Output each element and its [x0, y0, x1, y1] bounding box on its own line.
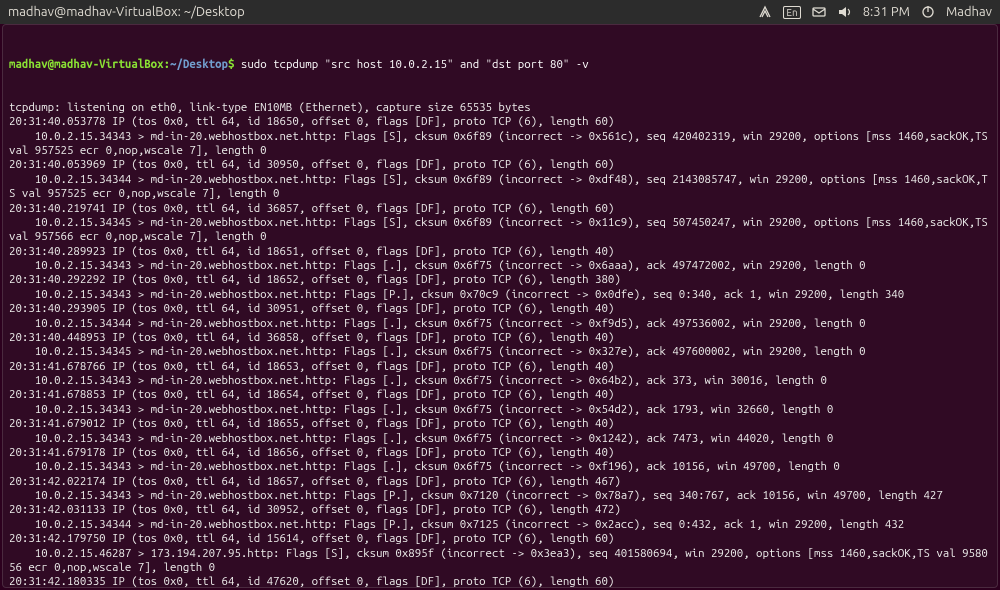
- output-line: 20:31:40.053969 IP (tos 0x0, ttl 64, id …: [9, 158, 991, 172]
- command-text: sudo tcpdump "src host 10.0.2.15" and "d…: [241, 58, 589, 71]
- terminal-output: tcpdump: listening on eth0, link-type EN…: [9, 101, 991, 588]
- network-icon[interactable]: [757, 4, 773, 20]
- output-line: 20:31:40.448953 IP (tos 0x0, ttl 64, id …: [9, 331, 991, 345]
- output-line: 10.0.2.15.34343 > md-in-20.webhostbox.ne…: [9, 288, 991, 302]
- input-language-indicator[interactable]: En: [783, 6, 800, 19]
- output-line: 10.0.2.15.34343 > md-in-20.webhostbox.ne…: [9, 460, 991, 474]
- output-line: 10.0.2.15.34345 > md-in-20.webhostbox.ne…: [9, 345, 991, 359]
- power-icon[interactable]: [920, 4, 936, 20]
- output-line: 20:31:40.219741 IP (tos 0x0, ttl 64, id …: [9, 202, 991, 216]
- output-line: 10.0.2.15.34343 > md-in-20.webhostbox.ne…: [9, 259, 991, 273]
- output-line: 10.0.2.15.34343 > md-in-20.webhostbox.ne…: [9, 432, 991, 446]
- prompt-path: ~/Desktop: [170, 58, 228, 71]
- output-line: 20:31:42.180335 IP (tos 0x0, ttl 64, id …: [9, 575, 991, 588]
- output-line: 20:31:40.292292 IP (tos 0x0, ttl 64, id …: [9, 273, 991, 287]
- output-line: 10.0.2.15.34343 > md-in-20.webhostbox.ne…: [9, 130, 991, 159]
- output-line: 20:31:41.678766 IP (tos 0x0, ttl 64, id …: [9, 360, 991, 374]
- output-line: 10.0.2.15.34344 > md-in-20.webhostbox.ne…: [9, 518, 991, 532]
- topbar: madhav@madhav-VirtualBox: ~/Desktop En 8…: [0, 0, 1000, 24]
- output-line: 10.0.2.15.34343 > md-in-20.webhostbox.ne…: [9, 374, 991, 388]
- output-line: 20:31:42.031133 IP (tos 0x0, ttl 64, id …: [9, 503, 991, 517]
- output-line: 20:31:40.293905 IP (tos 0x0, ttl 64, id …: [9, 302, 991, 316]
- messages-icon[interactable]: [811, 4, 827, 20]
- output-line: 20:31:40.053778 IP (tos 0x0, ttl 64, id …: [9, 115, 991, 129]
- system-tray: En 8:31 PM Madhav: [757, 4, 992, 20]
- clock[interactable]: 8:31 PM: [863, 5, 910, 19]
- output-line: 10.0.2.15.34344 > md-in-20.webhostbox.ne…: [9, 317, 991, 331]
- sound-icon[interactable]: [837, 4, 853, 20]
- output-line: 20:31:41.679178 IP (tos 0x0, ttl 64, id …: [9, 446, 991, 460]
- output-line: 10.0.2.15.34343 > md-in-20.webhostbox.ne…: [9, 489, 991, 503]
- terminal[interactable]: madhav@madhav-VirtualBox:~/Desktop$ sudo…: [2, 24, 998, 588]
- output-line: 20:31:40.289923 IP (tos 0x0, ttl 64, id …: [9, 245, 991, 259]
- user-menu[interactable]: Madhav: [946, 5, 992, 19]
- window-title: madhav@madhav-VirtualBox: ~/Desktop: [8, 5, 757, 19]
- output-line: 20:31:41.679012 IP (tos 0x0, ttl 64, id …: [9, 417, 991, 431]
- prompt-userhost: madhav@madhav-VirtualBox: [9, 58, 164, 71]
- output-line: 20:31:42.022174 IP (tos 0x0, ttl 64, id …: [9, 475, 991, 489]
- output-line: 20:31:42.179750 IP (tos 0x0, ttl 64, id …: [9, 532, 991, 546]
- output-line: 10.0.2.15.34343 > md-in-20.webhostbox.ne…: [9, 403, 991, 417]
- output-line: tcpdump: listening on eth0, link-type EN…: [9, 101, 991, 115]
- output-line: 10.0.2.15.34345 > md-in-20.webhostbox.ne…: [9, 216, 991, 245]
- output-line: 10.0.2.15.34344 > md-in-20.webhostbox.ne…: [9, 173, 991, 202]
- prompt-line: madhav@madhav-VirtualBox:~/Desktop$ sudo…: [9, 58, 991, 72]
- output-line: 20:31:41.678853 IP (tos 0x0, ttl 64, id …: [9, 388, 991, 402]
- output-line: 10.0.2.15.46287 > 173.194.207.95.http: F…: [9, 547, 991, 576]
